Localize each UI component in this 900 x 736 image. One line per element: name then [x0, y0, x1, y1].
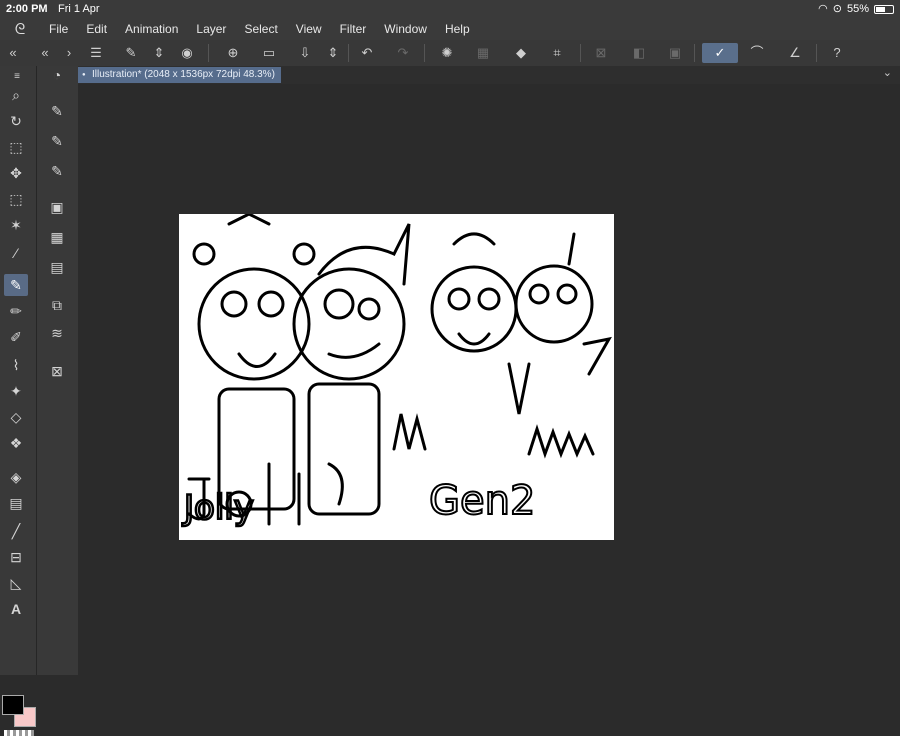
layer-property-icon[interactable]: ⧉	[45, 294, 69, 316]
menu-animation[interactable]: Animation	[116, 22, 187, 36]
sub-tool-icon[interactable]: ✎	[45, 100, 69, 122]
up-down-icon[interactable]: ⇕	[148, 43, 170, 63]
gradient-tool-icon[interactable]: ▤	[4, 492, 28, 514]
menu-bar: ᘓ File Edit Animation Layer Select View …	[0, 18, 900, 40]
status-right: ◠ ⊙ 55%	[818, 0, 894, 18]
color-set-icon[interactable]: ▦	[45, 226, 69, 248]
navigator-icon[interactable]: ⊠	[45, 360, 69, 382]
document-tab[interactable]: Illustration* (2048 x 1536px 72dpi 48.3%…	[78, 67, 281, 83]
status-bar: 2:00 PM Fri 1 Apr ◠ ⊙ 55%	[0, 0, 900, 18]
hamburger-menu-icon[interactable]: ☰	[85, 43, 107, 63]
menu-view[interactable]: View	[287, 22, 331, 36]
figure-tool-icon[interactable]: ╱	[4, 520, 28, 542]
history-icon[interactable]: ◔	[45, 64, 69, 86]
blend-tool-icon[interactable]: ❖	[4, 432, 28, 454]
artwork-text-gen2: Gen2	[429, 478, 535, 524]
operation-tool-icon[interactable]: ⬚	[4, 136, 28, 158]
brush-tool-icon[interactable]: ✐	[4, 326, 28, 348]
color-wheel-icon[interactable]: ▣	[45, 196, 69, 218]
separator	[694, 44, 695, 62]
decoration-tool-icon[interactable]: ✦	[4, 380, 28, 402]
pencil-tool-icon[interactable]: ✏	[4, 300, 28, 322]
status-time: 2:00 PM	[6, 3, 48, 15]
chevron-down-icon[interactable]: ⌄	[883, 66, 892, 79]
airbrush-tool-icon[interactable]: ⌇	[4, 354, 28, 376]
record-icon[interactable]: ◉	[176, 43, 198, 63]
drawing-canvas[interactable]: Gen2 Jolly	[179, 214, 614, 540]
fill-tool-icon[interactable]: ◈	[4, 466, 28, 488]
separator	[580, 44, 581, 62]
command-bar: « « › ☰ ✎ ⇕ ◉ ⊕ ▭ ⇩ ⇕ ↶ ↷ ✺ ▦ ◆ ⌗ ⊠ ◧ ▣ …	[0, 40, 900, 67]
loading-icon[interactable]: ✺	[436, 43, 458, 63]
invert-selection-icon[interactable]: ◧	[628, 43, 650, 63]
save-icon[interactable]: ⇩	[294, 43, 316, 63]
separator	[424, 44, 425, 62]
app-logo-icon[interactable]: ᘓ	[0, 21, 40, 38]
clear-icon[interactable]: ▦	[472, 43, 494, 63]
expand-icon[interactable]: ›	[58, 43, 80, 63]
deselect-icon[interactable]: ⊠	[590, 43, 612, 63]
ruler-tool-icon[interactable]: ◺	[4, 572, 28, 594]
rotate-tool-icon[interactable]: ↻	[4, 110, 28, 132]
move-tool-icon[interactable]: ✥	[4, 162, 28, 184]
brush-size-icon[interactable]: ✎	[45, 160, 69, 182]
menu-window[interactable]: Window	[375, 22, 436, 36]
battery-icon	[874, 4, 894, 14]
collapse-left-icon[interactable]: «	[2, 43, 24, 63]
fill-icon[interactable]: ◆	[510, 43, 532, 63]
up-down-2-icon[interactable]: ⇕	[322, 43, 344, 63]
snap-special-ruler-icon[interactable]: ⌒	[746, 43, 768, 63]
tool-bar: ≡ ⌕ ↻ ⬚ ✥ ⬚ ✶ ⁄ ✎ ✏ ✐ ⌇ ✦ ◇ ❖ ◈ ▤ ╱ ⊟ ◺ …	[0, 66, 37, 736]
wifi-icon: ◠	[818, 3, 828, 15]
artwork-text-jolly: Jolly	[182, 488, 254, 528]
pen-tool-icon[interactable]: ✎	[4, 274, 28, 296]
status-date: Fri 1 Apr	[58, 3, 100, 15]
auto-select-tool-icon[interactable]: ✶	[4, 214, 28, 236]
color-history-icon[interactable]: ▤	[45, 256, 69, 278]
document-tab-bar: Illustration* (2048 x 1536px 72dpi 48.3%…	[78, 66, 900, 84]
orientation-lock-icon: ⊙	[832, 3, 842, 15]
collapse-left-2-icon[interactable]: «	[34, 43, 56, 63]
transparent-color-swatch[interactable]	[4, 730, 34, 736]
battery-percent: 55%	[846, 3, 869, 15]
frame-tool-icon[interactable]: ⊟	[4, 546, 28, 568]
menu-file[interactable]: File	[40, 22, 77, 36]
eraser-tool-icon[interactable]: ◇	[4, 406, 28, 428]
undo-icon[interactable]: ↶	[356, 43, 378, 63]
redo-icon[interactable]: ↷	[392, 43, 414, 63]
separator	[208, 44, 209, 62]
selection-border-icon[interactable]: ▣	[664, 43, 686, 63]
separator	[348, 44, 349, 62]
menu-filter[interactable]: Filter	[331, 22, 376, 36]
sub-tool-bar: ◔ ✎ ✎ ✎ ▣ ▦ ▤ ⧉ ≋ ⊠	[37, 66, 79, 675]
snap-ruler-icon[interactable]: ✓	[702, 43, 738, 63]
transform-icon[interactable]: ⌗	[546, 43, 568, 63]
menu-edit[interactable]: Edit	[77, 22, 116, 36]
new-file-icon[interactable]: ⊕	[222, 43, 244, 63]
help-icon[interactable]: ?	[826, 43, 848, 63]
open-folder-icon[interactable]: ▭	[258, 43, 280, 63]
zoom-tool-icon[interactable]: ⌕	[4, 84, 28, 106]
menu-layer[interactable]: Layer	[187, 22, 235, 36]
text-tool-icon[interactable]: A	[4, 598, 28, 620]
selection-tool-icon[interactable]: ⬚	[4, 188, 28, 210]
artwork-drawing: Gen2 Jolly	[181, 214, 612, 529]
canvas-area[interactable]: Gen2 Jolly	[78, 84, 900, 675]
eyedropper-tool-icon[interactable]: ⁄	[4, 242, 28, 264]
edit-icon[interactable]: ✎	[120, 43, 142, 63]
menu-select[interactable]: Select	[235, 22, 286, 36]
separator	[816, 44, 817, 62]
menu-help[interactable]: Help	[436, 22, 479, 36]
tool-property-icon[interactable]: ✎	[45, 130, 69, 152]
layer-icon[interactable]: ≋	[45, 322, 69, 344]
main-color-swatch[interactable]	[2, 695, 24, 715]
snap-grid-icon[interactable]: ∠	[784, 43, 806, 63]
